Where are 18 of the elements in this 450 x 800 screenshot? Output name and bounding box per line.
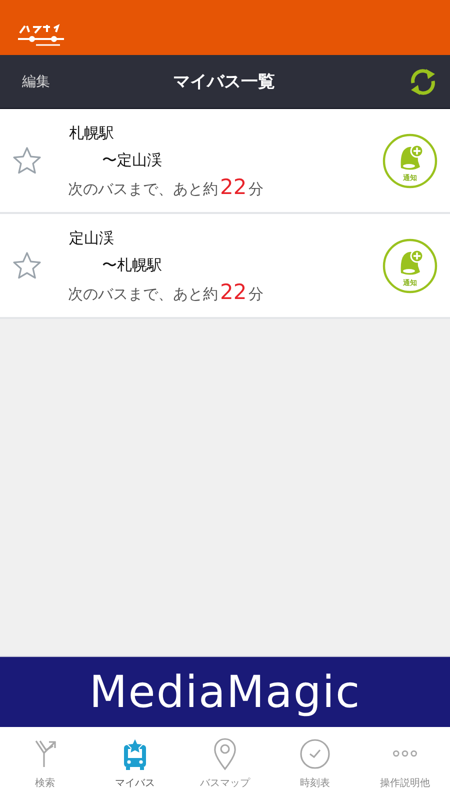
tab[interactable]: 時刻表 [270,727,360,800]
favorite-star-icon[interactable] [12,146,42,176]
next-bus-text: 次のバスまで、あと約 22 分 [68,278,264,306]
favorite-star-icon[interactable] [12,250,42,280]
tab[interactable]: 操作説明他 [360,727,450,800]
departure-stop: 札幌駅 [69,122,114,144]
tab[interactable]: マイバス [90,727,180,800]
more-icon [393,750,417,757]
departure-stop: 定山渓 [69,228,114,248]
tab[interactable]: 検索 [0,727,90,800]
screen-title: マイバス一覧 [172,71,276,93]
refresh-icon[interactable] [408,66,438,96]
destination-stop: 〜定山渓 [102,150,162,170]
destination-stop: 〜札幌駅 [102,254,162,276]
clock-icon [298,737,332,771]
tab[interactable]: バスマップ [180,727,270,800]
edit-button[interactable]: 編集 [22,72,50,90]
next-bus-text: 次のバスまで、あと約 22 分 [68,174,264,200]
